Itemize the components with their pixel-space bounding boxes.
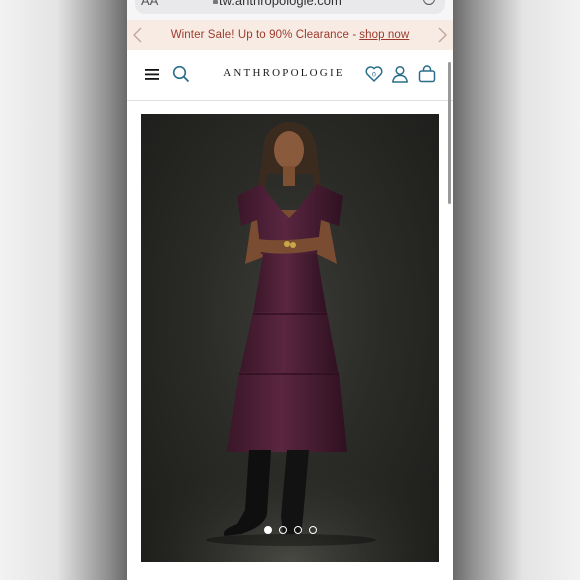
chevron-left-icon[interactable] [130,26,146,44]
carousel-dot-1[interactable] [263,526,272,534]
chevron-right-icon[interactable] [434,26,450,44]
url-text[interactable]: tw.anthropologie.com [219,0,342,8]
mobile-browser-screen: AA tw.anthropologie.com Winter Sale! Up … [127,0,453,580]
page-scrollbar[interactable] [448,62,451,204]
promo-text: Winter Sale! Up to 90% Clearance - shop n… [170,29,410,41]
menu-icon[interactable] [144,66,162,82]
site-header: ANTHROPOLOGIE 0 [127,50,453,101]
shop-now-link[interactable]: shop now [359,29,409,41]
lock-icon [213,0,218,4]
right-backdrop [453,0,580,580]
wishlist-heart-icon[interactable]: 0 [364,64,384,84]
search-icon[interactable] [171,64,191,84]
carousel-dot-2[interactable] [278,526,287,534]
carousel-dot-4[interactable] [308,526,317,534]
promo-banner: Winter Sale! Up to 90% Clearance - shop n… [127,20,453,50]
model-photo [141,122,439,562]
text-size-button[interactable]: AA [141,0,158,8]
anthropologie-logo[interactable]: ANTHROPOLOGIE [215,67,353,79]
product-image[interactable] [141,114,439,562]
svg-text:0: 0 [372,70,376,78]
account-icon[interactable] [390,64,410,84]
browser-address-bar: AA tw.anthropologie.com [127,0,453,20]
left-backdrop [0,0,127,580]
carousel-indicators [141,526,439,534]
carousel-dot-3[interactable] [293,526,302,534]
shopping-bag-icon[interactable] [417,64,437,84]
